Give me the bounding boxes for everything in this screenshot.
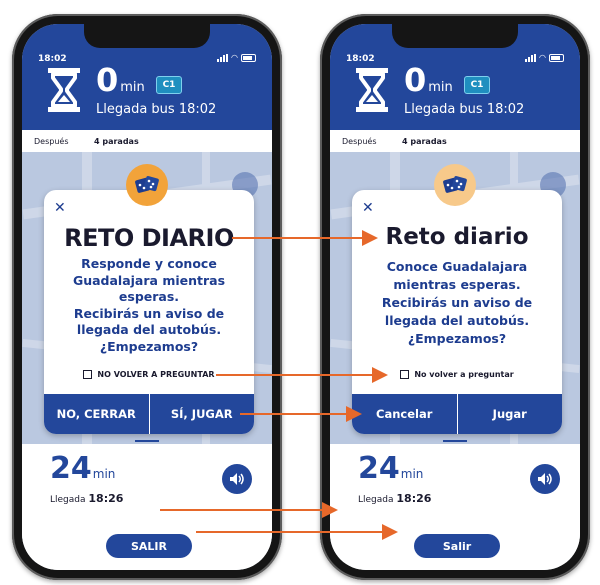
phone-before: 18:02 ◠ 0 min C1 Llegada bus 18:02 Despu…	[12, 14, 282, 580]
next-stops-count: 4 paradas	[94, 137, 139, 146]
battery-icon	[241, 54, 256, 62]
dont-ask-again[interactable]: NO VOLVER A PREGUNTAR	[44, 370, 254, 379]
wait-minutes: 0 min	[404, 64, 453, 96]
wait-minutes: 0 min	[96, 64, 145, 96]
screen-after: 18:02 ◠ 0 min C1 Llegada bus 18:02 Despu…	[330, 24, 580, 570]
remaining-minutes: 24 min	[358, 454, 423, 484]
remaining-minutes-unit: min	[400, 467, 424, 481]
dont-ask-checkbox[interactable]	[83, 370, 93, 379]
phone-notch	[84, 24, 210, 48]
wifi-icon: ◠	[539, 53, 546, 62]
dialog-line: mientras esperas.	[393, 277, 521, 292]
arrival-time: Llegada 18:26	[358, 492, 431, 505]
speaker-button[interactable]	[222, 464, 252, 494]
arrival-time-label: Llegada	[50, 495, 86, 505]
exit-button[interactable]: SALIR	[106, 534, 192, 558]
exit-button[interactable]: Salir	[414, 534, 500, 558]
daily-challenge-dialog: ✕ Reto diario Conoce Guadalajara mientra…	[352, 190, 562, 434]
dialog-body: Conoce Guadalajara mientras esperas. Rec…	[362, 258, 552, 348]
next-stops-row: Después 4 paradas	[330, 130, 580, 152]
signal-icon	[525, 54, 537, 62]
dice-badge	[126, 164, 168, 206]
next-stops-row: Después 4 paradas	[22, 130, 272, 152]
wait-minutes-value: 0	[96, 61, 119, 99]
dialog-buttons: Cancelar Jugar	[352, 394, 562, 434]
dice-icon	[135, 176, 159, 193]
sheet-handle[interactable]	[443, 440, 467, 442]
speaker-icon	[538, 473, 552, 485]
dialog-line: llegada del autobús.	[76, 322, 222, 337]
dialog-body: Responde y conoce Guadalajara mientras e…	[54, 256, 244, 355]
next-label: Después	[34, 137, 69, 146]
status-icons: ◠	[525, 54, 564, 62]
next-stops-count: 4 paradas	[402, 137, 447, 146]
dialog-line: Guadalajara mientras	[72, 272, 226, 288]
next-label: Después	[342, 137, 377, 146]
dialog-line: esperas.	[118, 289, 180, 304]
phone-after: 18:02 ◠ 0 min C1 Llegada bus 18:02 Despu…	[320, 14, 590, 580]
bottom-sheet: 24 min Llegada 18:26 Salir	[330, 440, 580, 570]
dialog-line: ¿Empezamos?	[407, 331, 507, 346]
dialog-title: RETO DIARIO	[64, 224, 234, 252]
dont-ask-checkbox[interactable]	[400, 370, 410, 379]
arrival-time-value: 18:26	[396, 492, 432, 505]
status-time: 18:02	[346, 54, 375, 64]
wait-minutes-unit: min	[120, 80, 145, 95]
status-time: 18:02	[38, 54, 67, 64]
dice-badge	[434, 164, 476, 206]
line-badge: C1	[464, 76, 490, 94]
line-badge: C1	[156, 76, 182, 94]
dont-ask-label: No volver a preguntar	[414, 370, 514, 379]
close-icon[interactable]: ✕	[362, 200, 374, 216]
signal-icon	[217, 54, 229, 62]
remaining-minutes: 24 min	[50, 454, 115, 484]
dialog-line: Conoce Guadalajara	[386, 259, 528, 274]
status-icons: ◠	[217, 54, 256, 62]
remaining-minutes-unit: min	[92, 467, 116, 481]
arrival-time-value: 18:26	[88, 492, 124, 505]
dont-ask-again[interactable]: No volver a preguntar	[352, 370, 562, 379]
dialog-line: Recibirás un aviso de	[73, 305, 225, 321]
play-button[interactable]: SÍ, JUGAR	[148, 394, 254, 434]
remaining-minutes-value: 24	[50, 451, 92, 486]
arrival-text: Llegada bus 18:02	[404, 102, 525, 117]
dialog-line: llegada del autobús.	[384, 313, 530, 328]
dialog-line: Responde y conoce	[81, 256, 217, 271]
speaker-icon	[230, 473, 244, 485]
wifi-icon: ◠	[231, 53, 238, 62]
phone-notch	[392, 24, 518, 48]
bottom-sheet: 24 min Llegada 18:26 SALIR	[22, 440, 272, 570]
remaining-minutes-value: 24	[358, 451, 400, 486]
wait-minutes-unit: min	[428, 80, 453, 95]
dialog-line: ¿Empezamos?	[99, 338, 199, 354]
screen-before: 18:02 ◠ 0 min C1 Llegada bus 18:02 Despu…	[22, 24, 272, 570]
arrival-time: Llegada 18:26	[50, 492, 123, 505]
cancel-button[interactable]: NO, CERRAR	[44, 394, 149, 434]
play-button[interactable]: Jugar	[456, 394, 562, 434]
arrival-time-label: Llegada	[358, 495, 394, 505]
dont-ask-label: NO VOLVER A PREGUNTAR	[97, 370, 215, 379]
daily-challenge-dialog: ✕ RETO DIARIO Responde y conoce Guadalaj…	[44, 190, 254, 434]
battery-icon	[549, 54, 564, 62]
dice-icon	[443, 176, 467, 193]
arrival-text: Llegada bus 18:02	[96, 102, 217, 117]
hourglass-icon	[356, 68, 388, 112]
dialog-title: Reto diario	[385, 224, 529, 250]
speaker-button[interactable]	[530, 464, 560, 494]
dialog-buttons: NO, CERRAR SÍ, JUGAR	[44, 394, 254, 434]
close-icon[interactable]: ✕	[54, 200, 66, 216]
dialog-line: Recibirás un aviso de	[381, 295, 533, 310]
cancel-button[interactable]: Cancelar	[352, 394, 457, 434]
wait-minutes-value: 0	[404, 61, 427, 99]
sheet-handle[interactable]	[135, 440, 159, 442]
hourglass-icon	[48, 68, 80, 112]
